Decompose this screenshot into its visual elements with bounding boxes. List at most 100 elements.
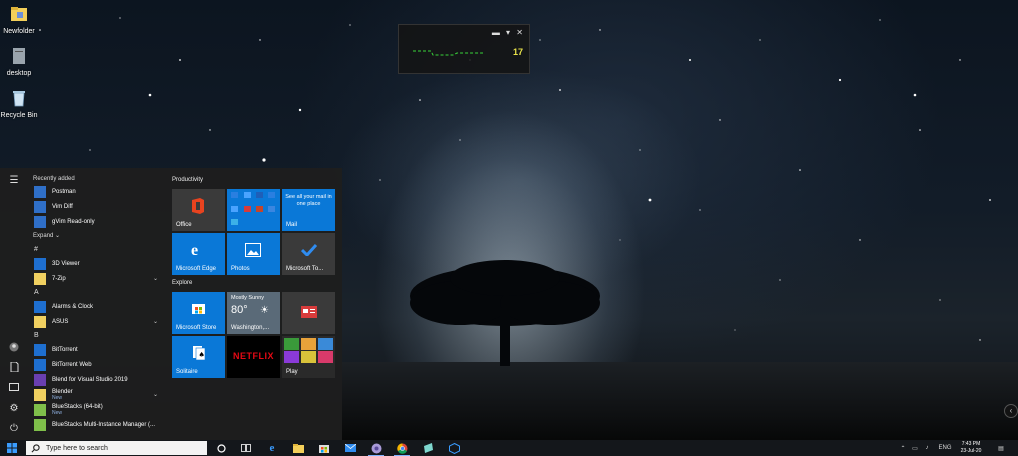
office-icon [192, 198, 204, 214]
tile-office[interactable]: Office [172, 189, 225, 231]
system-clock[interactable]: 7:43 PM 23-Jul-20 [956, 440, 986, 456]
tree-silhouette [410, 260, 600, 366]
weather-condition: Mostly Sunny [231, 295, 265, 301]
tile-play[interactable]: Play [282, 336, 335, 378]
checkmark-icon [301, 244, 317, 256]
chevron-down-icon: ⌄ [152, 392, 158, 398]
tile-label: Washington,... [231, 325, 270, 331]
app-item-bittorrent[interactable]: BitTorrent [30, 342, 164, 357]
app-item-blend-visual-studio[interactable]: Blend for Visual Studio 2019 [30, 372, 164, 387]
tile-weather[interactable]: Mostly Sunny 80° ☀ Washington,... [227, 292, 280, 334]
app-circle-icon [371, 443, 381, 453]
new-badge: New [52, 394, 63, 401]
tile-label: Solitaire [176, 369, 198, 375]
taskbar-app-purple[interactable] [364, 440, 388, 456]
taskbar-file-explorer[interactable] [286, 440, 310, 456]
tile-microsoft-todo[interactable]: Microsoft To... [282, 233, 335, 275]
app-item-7-zip[interactable]: 7-Zip ⌄ [30, 271, 164, 286]
network-icon[interactable]: ▭ [910, 440, 920, 456]
tile-folder-apps[interactable] [227, 189, 280, 231]
app-label: 3D Viewer [52, 260, 80, 267]
volume-icon[interactable]: ♪ [922, 440, 932, 456]
bittorrent-icon [34, 343, 46, 356]
taskbar-search-box[interactable]: Type here to search [26, 441, 207, 455]
file-icon [13, 48, 25, 64]
tile-label: Mail [286, 222, 298, 228]
taskbar-edge[interactable]: e [260, 440, 284, 456]
app-item-postman[interactable]: Postman [30, 184, 164, 199]
group-title-explore[interactable]: Explore [172, 280, 192, 286]
play-game-icons [284, 338, 333, 363]
taskbar: Type here to search e ⌃ ▭ ♪ ENG 7:43 PM … [0, 440, 1018, 456]
taskbar-chrome[interactable] [390, 440, 414, 456]
folder-icon [34, 388, 46, 401]
tile-solitaire[interactable]: ♠ Solitaire [172, 336, 225, 378]
documents-icon[interactable] [7, 361, 21, 376]
desktop-icon-desktop[interactable]: desktop [0, 46, 42, 77]
app-item-blender[interactable]: Blender New ⌄ [30, 387, 164, 402]
start-rail: ☰ ⚙ ⏻ [0, 168, 28, 440]
tile-netflix[interactable]: NETFLIX [227, 336, 280, 378]
desktop-icon-label: Recycle Bin [0, 112, 38, 119]
visual-studio-icon [34, 373, 46, 386]
power-icon[interactable]: ⏻ [7, 422, 21, 436]
taskbar-app-teal[interactable] [416, 440, 440, 456]
desktop-icon-recycle-bin[interactable]: Recycle Bin [0, 88, 42, 119]
user-avatar-icon[interactable] [7, 342, 21, 356]
clock-icon [34, 300, 46, 313]
app-item-bittorrent-web[interactable]: BitTorrent Web [30, 357, 164, 372]
tile-label: Microsoft Edge [176, 266, 217, 272]
tile-label: Microsoft To... [286, 266, 324, 272]
bittorrent-icon [34, 358, 46, 371]
cortana-button[interactable] [209, 440, 233, 456]
pictures-icon[interactable] [7, 382, 21, 396]
app-item-bluestacks-multi-instance[interactable]: BlueStacks Multi-Instance Manager (... [30, 417, 164, 432]
app-item-vim-diff[interactable]: Vim Diff [30, 199, 164, 214]
chevron-down-icon: ⌄ [55, 233, 61, 239]
hamburger-menu-icon[interactable]: ☰ [7, 174, 21, 188]
taskbar-mail[interactable] [338, 440, 362, 456]
tile-news[interactable] [282, 292, 335, 334]
task-view-button[interactable] [234, 440, 258, 456]
app-label: Alarms & Clock [52, 303, 94, 310]
notification-icon[interactable]: ▤ [994, 440, 1008, 456]
tile-photos[interactable]: Photos [227, 233, 280, 275]
group-title-productivity[interactable]: Productivity [172, 177, 203, 183]
widget-controls[interactable]: ▬ ▾ ✕ [492, 28, 525, 37]
expand-label: Expand [33, 233, 54, 239]
search-placeholder: Type here to search [46, 444, 108, 452]
tile-microsoft-store[interactable]: Microsoft Store [172, 292, 225, 334]
expand-link[interactable]: Expand ⌄ [33, 229, 164, 243]
cpu-meter-widget[interactable]: ▬ ▾ ✕ 17 [398, 24, 530, 74]
taskbar-app-cube[interactable] [442, 440, 466, 456]
new-badge: New [52, 409, 63, 416]
settings-gear-icon[interactable]: ⚙ [7, 402, 21, 416]
app-item-asus[interactable]: ASUS ⌄ [30, 314, 164, 329]
section-letter[interactable]: # [34, 243, 164, 256]
clock-time: 7:43 PM [961, 441, 981, 447]
app-item-gvim-read-only[interactable]: gVim Read-only [30, 214, 164, 229]
netflix-logo: NETFLIX [233, 351, 274, 361]
tile-microsoft-edge[interactable]: e Microsoft Edge [172, 233, 225, 275]
edge-icon: e [269, 442, 275, 454]
start-button[interactable] [0, 440, 24, 456]
section-letter[interactable]: A [34, 286, 164, 299]
photos-icon [245, 243, 261, 257]
app-label: Blender [52, 388, 73, 395]
app-label: ASUS [52, 318, 69, 325]
bluestacks-icon [34, 403, 46, 416]
recycle-bin-icon [13, 91, 25, 107]
section-letter[interactable]: B [34, 329, 164, 342]
chevron-up-icon[interactable]: ⌃ [898, 440, 908, 456]
taskbar-store[interactable] [312, 440, 336, 456]
app-label: BlueStacks Multi-Instance Manager (... [52, 421, 156, 428]
chevron-left-icon[interactable]: ‹ [1004, 404, 1018, 418]
news-icon [301, 306, 317, 318]
app-label: Postman [52, 188, 76, 195]
app-item-3d-viewer[interactable]: 3D Viewer [30, 256, 164, 271]
language-indicator[interactable]: ENG [936, 440, 954, 456]
desktop-icon-newfolder[interactable]: Newfolder [0, 4, 42, 35]
tile-mail[interactable]: See all your mail in one place Mail [282, 189, 335, 231]
app-item-alarms-clock[interactable]: Alarms & Clock [30, 299, 164, 314]
app-item-bluestacks[interactable]: BlueStacks (64-bit) New [30, 402, 164, 417]
